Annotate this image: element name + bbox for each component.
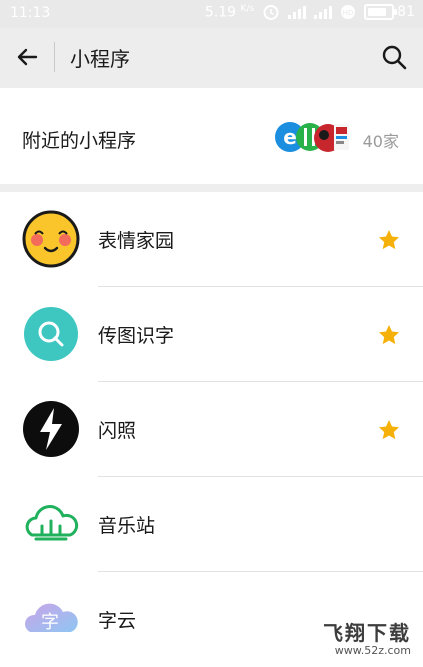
svg-text:HD: HD — [343, 9, 354, 17]
status-time: 11:13 — [10, 5, 51, 21]
network-speed-unit: K/s — [240, 3, 255, 14]
section-separator — [0, 184, 423, 192]
page-title: 小程序 — [70, 47, 130, 71]
watermark: 飞翔下载 www.52z.com — [323, 617, 411, 657]
watermark-url: www.52z.com — [334, 644, 411, 657]
back-arrow-icon[interactable] — [12, 42, 42, 72]
list-item-music[interactable]: 音乐站 — [0, 477, 423, 572]
word-cloud-icon: 字 — [25, 603, 78, 633]
list-item-name: 音乐站 — [98, 515, 156, 537]
nearby-logos-icon: e — [275, 122, 349, 152]
star-icon[interactable] — [377, 418, 401, 442]
svg-text:e: e — [283, 125, 297, 149]
status-bar: 11:13 5.19 K/s HD 81 — [0, 0, 423, 28]
battery-icon — [364, 4, 398, 20]
mini-program-list: 表情家园 传图识字 闪照 音乐站 字 字云 — [0, 192, 423, 667]
nearby-count: 40家 — [362, 132, 399, 151]
status-indicators: 5.19 K/s HD 81 — [205, 3, 415, 21]
music-cloud-icon — [25, 505, 79, 541]
app-bar: 小程序 — [0, 28, 423, 88]
list-item-name: 字云 — [98, 610, 137, 632]
header-divider — [54, 42, 55, 72]
list-item-emoji[interactable]: 表情家园 — [0, 192, 423, 287]
watermark-title: 飞翔下载 — [323, 621, 411, 645]
network-speed: 5.19 K/s — [204, 3, 255, 21]
hd-icon: HD — [341, 5, 356, 19]
emoji-face-icon — [22, 210, 80, 268]
list-item-name: 表情家园 — [98, 230, 175, 252]
nearby-mini-programs-row[interactable]: 附近的小程序 e 40家 — [0, 88, 423, 184]
signal-icon — [288, 5, 307, 19]
alarm-icon — [263, 5, 279, 20]
magnifier-circle-icon — [24, 307, 78, 361]
list-item-name: 传图识字 — [98, 325, 175, 347]
list-item-name: 闪照 — [98, 420, 137, 442]
nearby-label: 附近的小程序 — [22, 130, 137, 152]
signal-2-icon — [314, 5, 333, 19]
battery-indicator: 81 — [364, 4, 415, 20]
star-icon[interactable] — [377, 228, 401, 252]
lightning-icon — [23, 401, 79, 457]
svg-text:字: 字 — [41, 612, 59, 633]
list-item-flash-photo[interactable]: 闪照 — [0, 382, 423, 477]
battery-level: 81 — [397, 4, 415, 20]
star-icon[interactable] — [377, 323, 401, 347]
list-item-ocr[interactable]: 传图识字 — [0, 287, 423, 382]
search-icon[interactable] — [379, 42, 409, 72]
